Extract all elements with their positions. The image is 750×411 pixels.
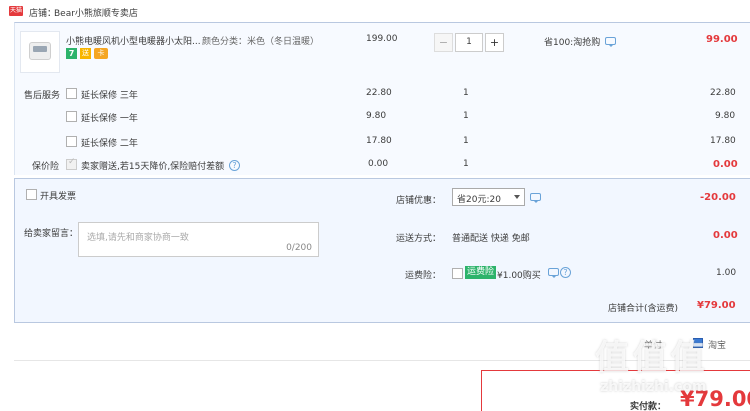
shipping-method: 普通配送 快递 免邮: [452, 234, 530, 244]
message-label: 给卖家留言：: [24, 229, 79, 239]
aftersale-1yr-checkbox[interactable]: [66, 111, 77, 122]
insurance-text: 卖家赠送,若15天降价,保险赔付差额: [81, 162, 225, 172]
invoice-checkbox[interactable]: [26, 189, 37, 200]
store-total-amount: ¥79.00: [697, 300, 736, 311]
discount-label: 店铺优惠：: [396, 196, 442, 206]
service-badge-gift: 送: [80, 48, 91, 59]
freight-chat-icon[interactable]: [548, 268, 559, 278]
shipping-amount: 0.00: [713, 230, 738, 241]
watermark-site: zhizhizhi.com: [600, 379, 707, 395]
aftersale-3yr-checkbox[interactable]: [66, 88, 77, 99]
invoice-label: 开具发票: [40, 192, 77, 202]
product-sku: 颜色分类：米色（冬日温暖）: [202, 37, 320, 47]
service-badge-card: 卡: [94, 48, 108, 59]
product-subtotal: 99.00: [706, 34, 738, 45]
message-placeholder: 选填,请先和商家协商一致: [87, 233, 189, 243]
shop-header: 天猫 店铺： Bear小熊旅顺专卖店: [0, 0, 750, 22]
freight-insurance-label: 运费险：: [405, 271, 442, 281]
tmall-badge: 天猫: [9, 6, 23, 16]
insurance-help-icon[interactable]: ?: [229, 160, 240, 171]
insurance-checkbox: [66, 157, 77, 170]
insurance-qty: 1: [463, 159, 469, 169]
qty-input[interactable]: 1: [455, 33, 483, 52]
shop-name-link[interactable]: Bear小熊旅顺专卖店: [54, 6, 138, 19]
freight-insurance-text: ¥1.00购买: [497, 271, 541, 281]
aftersale-2yr-total: 17.80: [710, 136, 736, 146]
aftersale-2yr-label: 延长保修 二年: [81, 139, 138, 149]
insurance-price: 0.00: [368, 159, 389, 169]
message-counter: 0/200: [286, 243, 312, 253]
watermark: 值 值 值: [595, 338, 705, 378]
freight-insurance-amount: 1.00: [716, 268, 737, 278]
aftersale-2yr-price: 17.80: [366, 136, 392, 146]
insurance-label: 保价险: [32, 162, 60, 172]
aftersale-3yr-qty: 1: [463, 88, 469, 98]
promo-text: 省100:淘抢购: [544, 38, 601, 48]
aftersale-1yr-total: 9.80: [715, 111, 736, 121]
aftersale-1yr-qty: 1: [463, 111, 469, 121]
aftersale-2yr-checkbox[interactable]: [66, 136, 77, 147]
aftersale-1yr-label: 延长保修 一年: [81, 114, 138, 124]
discount-chat-icon[interactable]: [530, 193, 541, 203]
discount-amount: -20.00: [700, 192, 736, 203]
qty-minus-button[interactable]: −: [434, 33, 453, 52]
message-textarea[interactable]: 选填,请先和商家协商一致 0/200: [78, 222, 319, 257]
product-unit-price: 199.00: [366, 34, 398, 44]
heater-grille-icon: [33, 46, 47, 52]
aftersale-3yr-price: 22.80: [366, 88, 392, 98]
discount-select[interactable]: 省20元:20: [452, 188, 525, 206]
product-title-link[interactable]: 小熊电暖风机小型电暖器小太阳...: [66, 34, 201, 47]
product-thumbnail[interactable]: [20, 31, 60, 73]
aftersale-3yr-label: 延长保修 三年: [81, 91, 138, 101]
qty-plus-button[interactable]: +: [485, 33, 504, 52]
shipping-label: 运送方式：: [396, 234, 442, 244]
store-total-label: 店铺合计(含运费): [608, 304, 679, 314]
discount-selected: 省20元:20: [457, 195, 501, 205]
freight-insurance-tag: 运费险: [465, 266, 497, 279]
shop-label: 店铺：: [29, 9, 57, 19]
insurance-total: 0.00: [713, 159, 738, 170]
aftersale-label: 售后服务: [24, 91, 61, 101]
footer-right-text: 淘宝: [708, 341, 727, 351]
aftersale-2yr-qty: 1: [463, 136, 469, 146]
quantity-stepper: − 1 +: [434, 33, 504, 52]
freight-help-icon[interactable]: ?: [560, 267, 571, 278]
aftersale-1yr-price: 9.80: [366, 111, 387, 121]
promo-chat-icon[interactable]: [605, 37, 616, 47]
aftersale-3yr-total: 22.80: [710, 88, 736, 98]
pay-label: 实付款：: [630, 402, 667, 411]
freight-insurance-checkbox[interactable]: [452, 268, 463, 279]
service-badge-7day: 7: [66, 48, 77, 59]
chevron-down-icon: [514, 195, 520, 199]
